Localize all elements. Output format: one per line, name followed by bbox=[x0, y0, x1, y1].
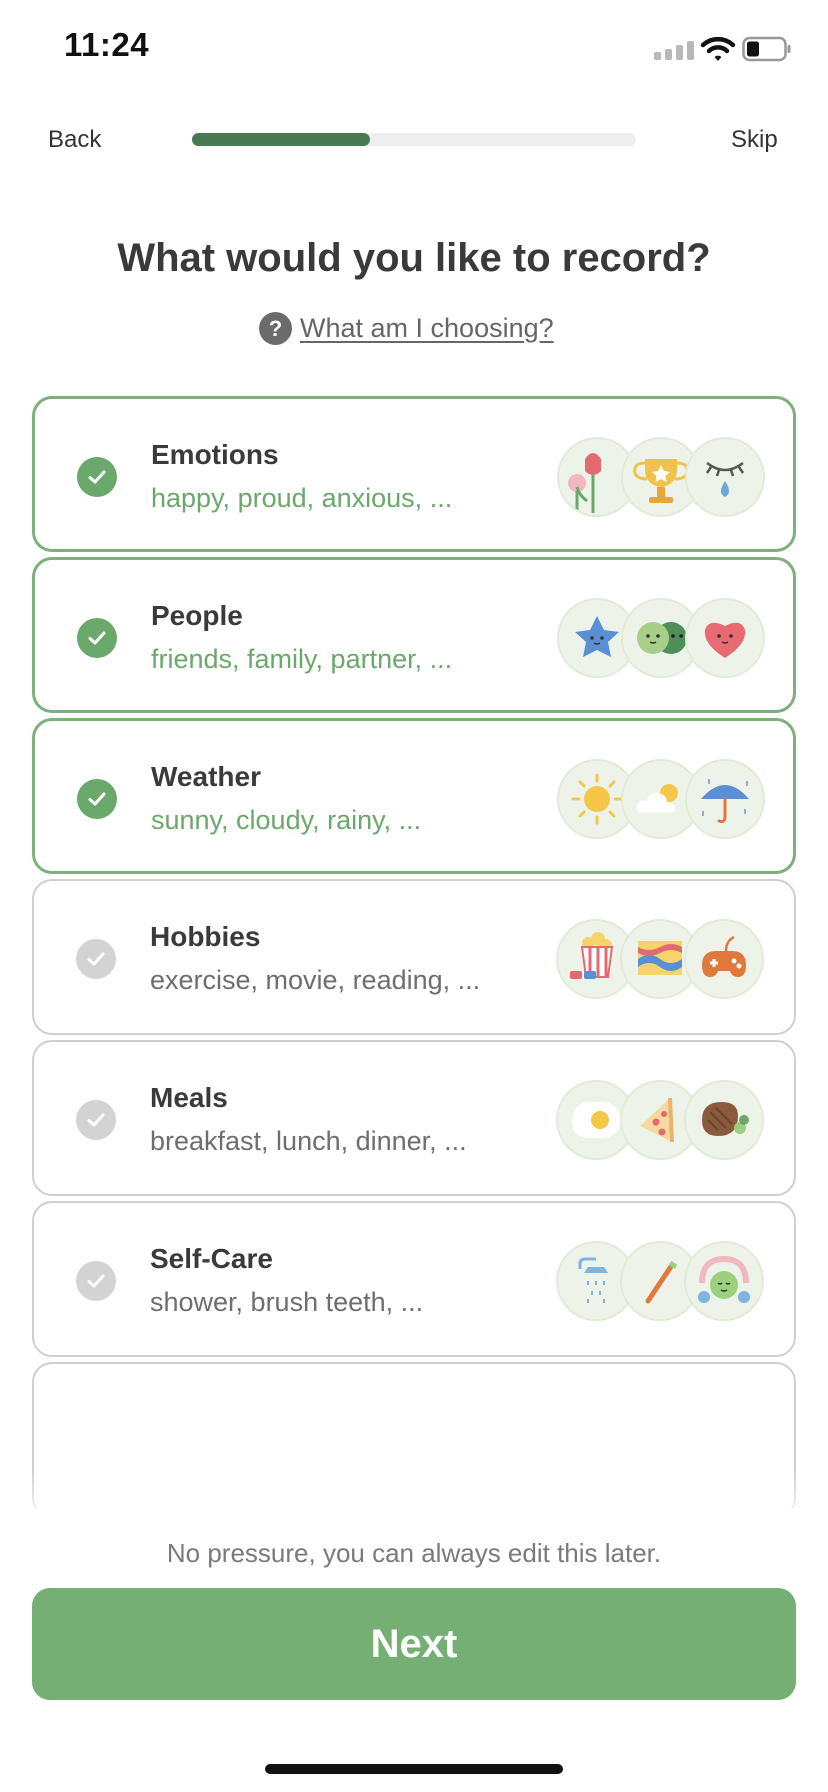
footer-note: No pressure, you can always edit this la… bbox=[166, 1538, 662, 1568]
check-circle-icon[interactable] bbox=[77, 779, 117, 819]
steak-icon bbox=[684, 1080, 764, 1160]
home-indicator[interactable] bbox=[265, 1764, 563, 1774]
category-title: Hobbies bbox=[150, 921, 261, 952]
check-circle-icon[interactable] bbox=[76, 1100, 116, 1140]
help-link-row[interactable]: ? What am I choosing? bbox=[259, 312, 554, 345]
page-title: What would you like to record? bbox=[117, 236, 711, 280]
face-mask-icon bbox=[684, 1241, 764, 1321]
check-circle-icon[interactable] bbox=[77, 457, 117, 497]
category-card-weather[interactable]: Weather sunny, cloudy, rainy, ... bbox=[32, 718, 796, 874]
umbrella-icon bbox=[685, 759, 765, 839]
battery-icon bbox=[742, 36, 791, 62]
heart-face-icon bbox=[685, 598, 765, 678]
cellular-signal-icon bbox=[654, 41, 694, 60]
check-circle-icon[interactable] bbox=[76, 1261, 116, 1301]
category-list[interactable]: Emotions happy, proud, anxious, ... Peop… bbox=[32, 396, 796, 1508]
wifi-icon bbox=[700, 36, 736, 61]
category-card-people[interactable]: People friends, family, partner, ... bbox=[32, 557, 796, 713]
skip-button[interactable]: Skip bbox=[731, 126, 778, 154]
category-card-emotions[interactable]: Emotions happy, proud, anxious, ... bbox=[32, 396, 796, 552]
category-examples: happy, proud, anxious, ... bbox=[151, 483, 453, 513]
progress-bar bbox=[192, 133, 636, 146]
category-examples: exercise, movie, reading, ... bbox=[150, 965, 481, 995]
what-am-i-choosing-link[interactable]: What am I choosing? bbox=[300, 313, 554, 344]
category-title: Emotions bbox=[151, 439, 279, 470]
category-title: Self-Care bbox=[150, 1243, 273, 1274]
category-examples: sunny, cloudy, rainy, ... bbox=[151, 805, 422, 835]
category-title: Weather bbox=[151, 761, 261, 792]
category-card-hobbies[interactable]: Hobbies exercise, movie, reading, ... bbox=[32, 879, 796, 1035]
list-fade bbox=[0, 1470, 828, 1530]
category-title: People bbox=[151, 600, 243, 631]
status-time: 11:24 bbox=[64, 26, 150, 63]
category-examples: shower, brush teeth, ... bbox=[150, 1287, 424, 1317]
crying-eye-icon bbox=[685, 437, 765, 517]
category-examples: friends, family, partner, ... bbox=[151, 644, 453, 674]
category-examples: breakfast, lunch, dinner, ... bbox=[150, 1126, 467, 1156]
next-button[interactable]: Next bbox=[32, 1588, 796, 1700]
check-circle-icon[interactable] bbox=[76, 939, 116, 979]
category-card-self-care[interactable]: Self-Care shower, brush teeth, ... bbox=[32, 1201, 796, 1357]
progress-bar-fill bbox=[192, 133, 370, 146]
back-button[interactable]: Back bbox=[48, 126, 101, 154]
check-circle-icon[interactable] bbox=[77, 618, 117, 658]
category-title: Meals bbox=[150, 1082, 228, 1113]
gamepad-icon bbox=[684, 919, 764, 999]
category-card-meals[interactable]: Meals breakfast, lunch, dinner, ... bbox=[32, 1040, 796, 1196]
question-mark-icon: ? bbox=[259, 312, 292, 345]
